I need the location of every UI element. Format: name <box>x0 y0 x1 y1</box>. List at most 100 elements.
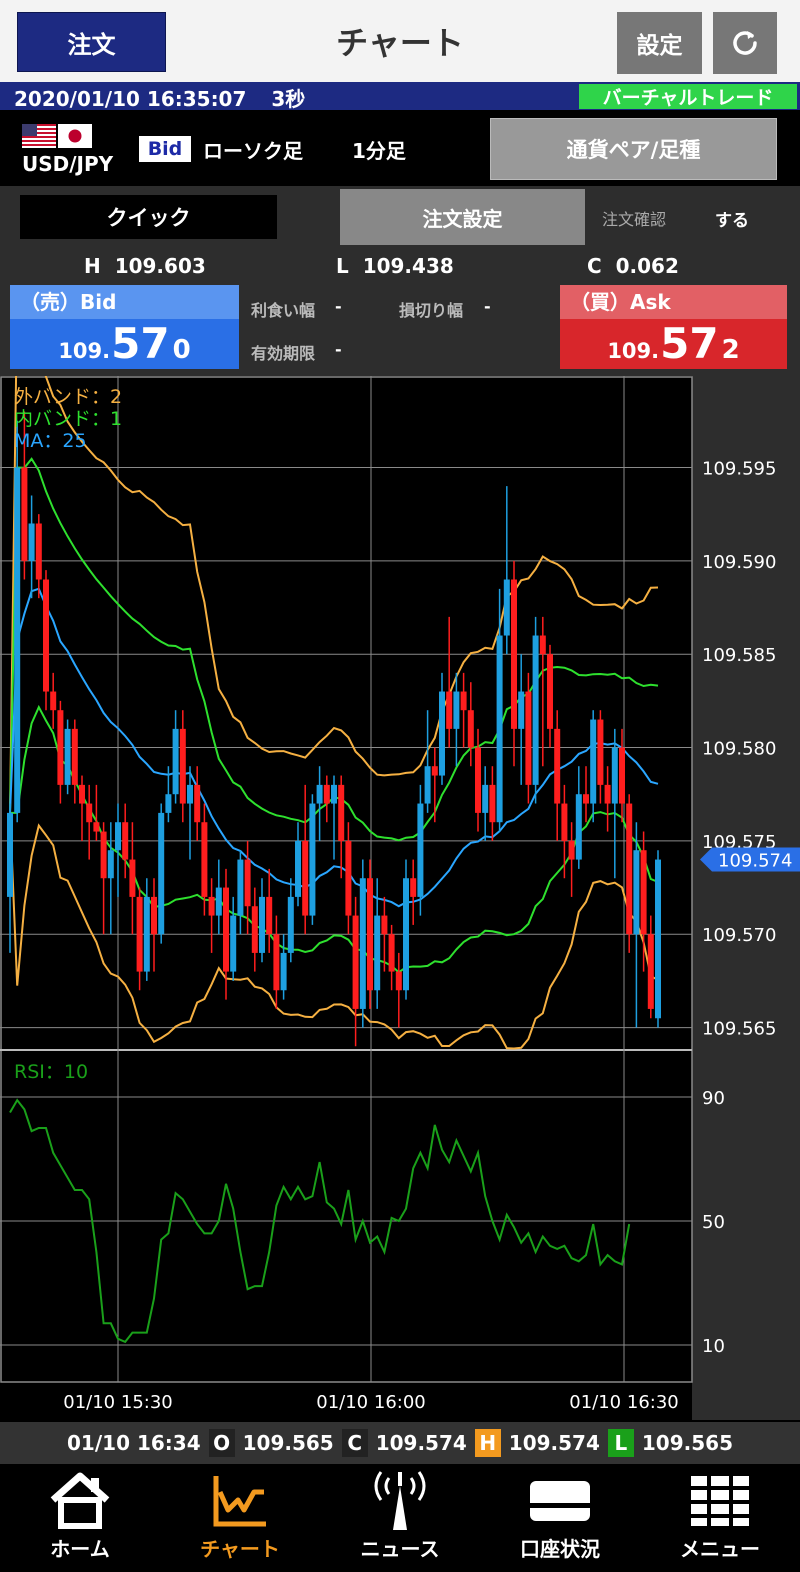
low-value-bar: 109.565 <box>641 1431 733 1455</box>
candle-body <box>575 794 582 860</box>
candle-body <box>583 794 589 804</box>
order-confirm-label: 注文確認 <box>602 210 667 229</box>
quick-order-button[interactable]: クイック <box>20 195 277 239</box>
candle-body <box>410 878 417 897</box>
ask-price: 109. 57 2 <box>560 319 787 369</box>
candle-body <box>273 934 280 991</box>
candle-body <box>395 971 402 991</box>
menu-icon <box>691 1476 749 1526</box>
candle-body <box>489 784 496 823</box>
take-profit-value: - <box>335 297 342 316</box>
indicator-lines <box>9 376 659 1050</box>
candle-body <box>417 803 424 897</box>
order-settings-button[interactable]: 注文設定 <box>340 189 585 245</box>
take-profit-label: 利食い幅 <box>251 301 316 320</box>
nav-label-account: 口座状況 <box>520 1537 600 1561</box>
candle-body <box>367 878 373 991</box>
candle-body <box>86 803 93 823</box>
nav-item-account[interactable]: 口座状況 <box>480 1464 640 1572</box>
candle-body <box>230 915 237 972</box>
candle-body <box>35 523 42 580</box>
nav-item-home[interactable]: ホーム <box>0 1464 160 1572</box>
price-tick-label: 109.565 <box>702 1019 776 1040</box>
nav-item-chart[interactable]: チャート <box>160 1464 320 1572</box>
virtual-trade-badge: バーチャルトレード <box>579 84 797 109</box>
candle-body <box>172 728 179 795</box>
candle-body <box>626 803 633 935</box>
candle-body <box>482 784 489 813</box>
pair-timeframe-button[interactable]: 通貨ペア/足種 <box>490 118 777 180</box>
nav-item-menu[interactable]: メニュー <box>640 1464 800 1572</box>
candle-body <box>115 822 121 851</box>
header-bar: 注文 チャート 設定 <box>0 0 800 82</box>
candle-body <box>64 728 71 785</box>
legend-item: 外バンド：2 <box>14 386 122 408</box>
pair-row: USD/JPY Bid ローソク足 1分足 通貨ペア/足種 <box>0 110 800 186</box>
nav-label-chart: チャート <box>200 1537 280 1561</box>
chart-area[interactable]: 109.595 109.590 109.585 109.580 109.575 109.5… <box>0 376 800 1420</box>
candle-body <box>611 747 618 804</box>
candle-body <box>295 840 301 897</box>
nav-label-menu: メニュー <box>680 1537 760 1561</box>
change-value: C 0.062 <box>587 254 679 278</box>
low-value: L 109.438 <box>336 254 454 278</box>
candle-body <box>287 896 294 953</box>
candle-body <box>525 691 532 785</box>
candle-body <box>136 896 143 972</box>
candle-body <box>518 691 525 729</box>
candle-body <box>122 822 129 860</box>
low-number: 109.438 <box>362 254 454 278</box>
currency-pair: USD/JPY <box>22 152 114 176</box>
settings-button[interactable]: 設定 <box>617 12 702 74</box>
candle-body <box>633 850 640 935</box>
bid-price-main: 57 <box>111 319 170 368</box>
status-interval: 3秒 <box>271 87 306 111</box>
candle-body <box>50 691 57 711</box>
candle-body <box>129 859 136 897</box>
buy-ask-button[interactable]: （買）Ask 109. 57 2 <box>560 285 787 369</box>
order-confirm-toggle[interactable]: する <box>715 206 749 231</box>
candle-body <box>179 728 186 804</box>
high-value-bar: 109.574 <box>508 1431 600 1455</box>
candle-body <box>309 803 316 916</box>
time-tick-label: 01/10 16:00 <box>316 1392 425 1413</box>
candle-body <box>266 896 273 935</box>
bid-price-last: 0 <box>172 335 191 365</box>
candle-body <box>237 859 244 916</box>
candle-body <box>71 728 78 785</box>
ohlc-bar: 01/10 16:34 O 109.565 C 109.574 H 109.57… <box>0 1422 800 1464</box>
candle-body <box>107 850 114 879</box>
sell-bid-button[interactable]: （売）Bid 109. 57 0 <box>10 285 239 369</box>
order-button[interactable]: 注文 <box>17 12 166 72</box>
candle-body <box>655 859 661 1019</box>
nav-item-news[interactable]: ニュース <box>320 1464 480 1572</box>
ask-price-last: 2 <box>721 335 740 365</box>
price-tick-label: 109.570 <box>702 925 776 946</box>
price-tick-label: 109.580 <box>702 739 776 760</box>
close-value: 109.574 <box>375 1431 467 1455</box>
high-badge: H <box>474 1429 501 1457</box>
rsi-tick-label: 50 <box>702 1212 725 1233</box>
candle-body <box>604 784 611 804</box>
page-title: チャート <box>336 24 464 62</box>
change-number: 0.062 <box>615 254 679 278</box>
news-icon <box>374 1471 426 1530</box>
candle-body <box>352 915 359 1009</box>
candle-body <box>158 812 165 935</box>
candle-body <box>496 635 503 823</box>
expiry-value: - <box>335 340 342 359</box>
candle-body <box>100 831 107 879</box>
candle-body <box>165 794 172 813</box>
candle-body <box>511 579 517 729</box>
candle-body <box>640 850 647 935</box>
status-datetime: 2020/01/10 16:35:07 <box>14 87 247 111</box>
candlestick-chart[interactable]: 109.595109.590109.585109.580109.575109.5… <box>0 376 800 1420</box>
candle-body <box>561 803 568 841</box>
candle-body <box>194 784 201 823</box>
candle-body <box>28 523 35 561</box>
bottom-nav: ホーム チャート ニュース 口座状況 メニュー <box>0 1464 800 1572</box>
candle-body <box>453 691 460 729</box>
refresh-button[interactable] <box>713 12 777 74</box>
candle-body <box>547 654 553 729</box>
candle-body <box>554 728 561 804</box>
